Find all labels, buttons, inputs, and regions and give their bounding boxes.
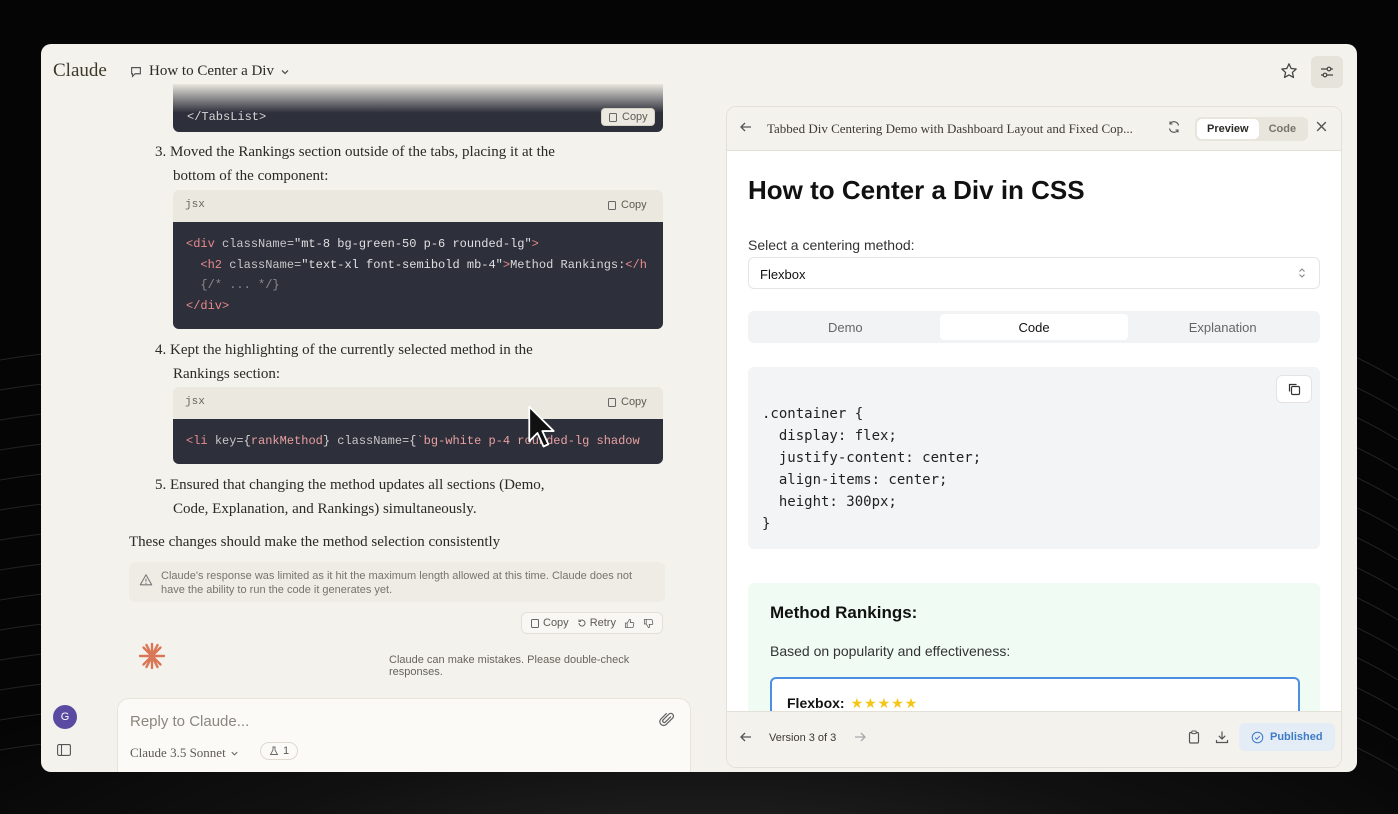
code-toggle[interactable]: Code [1259,119,1307,139]
list-item: 4. Kept the highlighting of the currentl… [155,342,533,382]
claude-spark-icon [138,642,166,670]
code-block: </TabsList> Copy [173,84,663,132]
close-button[interactable] [1315,120,1328,138]
warning-icon [139,574,153,586]
page-title: How to Center a Div in CSS [748,175,1085,205]
settings-button[interactable] [1311,56,1343,88]
clipboard-icon [608,398,616,407]
list-item: 5. Ensured that changing the method upda… [155,477,545,517]
chat-thread: </TabsList> Copy 3. Moved the Rankings s… [129,74,679,714]
version-label: Version 3 of 3 [769,732,837,744]
thumbs-down-button[interactable] [643,618,654,629]
preview-toggle[interactable]: Preview [1197,119,1259,139]
brand-logo[interactable]: Claude [53,60,107,82]
rating-stars: ★★★★★ [850,694,919,711]
copy-artifact-button[interactable] [1187,730,1201,749]
method-select[interactable]: Flexbox [748,257,1320,289]
chevron-down-icon [231,751,238,756]
copy-code-button[interactable] [1276,375,1312,403]
arrow-right-icon [855,732,866,742]
copy-message-button[interactable]: Copy [530,617,569,629]
warning-text: Claude's response was limited as it hit … [161,570,633,596]
clipboard-icon [1188,730,1200,744]
ranking-method: Flexbox: [787,695,845,711]
artifact-header: Tabbed Div Centering Demo with Dashboard… [727,107,1341,151]
rankings-card: Method Rankings: Based on popularity and… [748,583,1320,711]
tab-demo[interactable]: Demo [751,314,940,340]
back-button[interactable] [739,120,753,139]
paperclip-icon [659,712,675,727]
select-label: Select a centering method: [748,237,915,253]
reply-input[interactable] [130,713,630,730]
code-card: .container { display: flex; justify-cont… [748,367,1320,549]
sidebar-icon [57,744,71,756]
css-code: .container { display: flex; justify-cont… [762,406,982,532]
refresh-button[interactable] [1167,120,1181,139]
user-avatar[interactable]: G [53,705,77,729]
download-button[interactable] [1215,730,1229,749]
star-button[interactable] [1277,59,1301,83]
copy-icon [1288,383,1301,396]
refresh-icon [1168,121,1180,133]
sidebar-toggle-button[interactable] [57,743,71,761]
attach-button[interactable] [658,711,676,734]
prev-version-button[interactable] [739,730,753,749]
code-lang-bar: jsx Copy [173,387,663,419]
next-version-button[interactable] [853,730,867,749]
view-toggle: Preview Code [1195,117,1309,141]
disclaimer-text: Claude can make mistakes. Please double-… [389,654,630,678]
thumbs-up-icon [624,618,635,628]
code-lang-bar: jsx Copy [173,190,663,222]
chevron-updown-icon [1299,268,1305,278]
check-circle-icon [1251,731,1264,743]
code-lang-label: jsx [185,199,205,211]
mouse-cursor-icon [528,405,555,448]
artifact-title: Tabbed Div Centering Demo with Dashboard… [767,121,1133,136]
tab-bar: Demo Code Explanation [748,311,1320,343]
star-icon [1281,63,1297,79]
closing-paragraph: These changes should make the method sel… [129,534,501,550]
list-item: 3. Moved the Rankings section outside of… [155,144,555,184]
artifact-preview: How to Center a Div in CSS Select a cent… [727,151,1341,711]
warning-box: Claude's response was limited as it hit … [129,562,665,602]
message-actions: Copy Retry [521,612,663,634]
copy-code-button[interactable]: Copy [607,199,647,211]
retry-button[interactable]: Retry [577,617,616,629]
clipboard-icon [608,201,616,210]
tab-explanation[interactable]: Explanation [1128,314,1317,340]
artifact-panel: Tabbed Div Centering Demo with Dashboard… [726,106,1342,768]
close-icon [1316,121,1327,132]
copy-code-button[interactable]: Copy [601,108,655,126]
app-window: Claude How to Center a Div </TabsList> C… [41,44,1357,772]
clipboard-icon [609,113,617,122]
artifact-footer: Version 3 of 3 Published [727,711,1341,767]
ranking-item-selected: Flexbox: ★★★★★ [770,677,1300,711]
clipboard-icon [531,619,539,628]
model-selector[interactable]: Claude 3.5 Sonnet [130,745,239,761]
copy-code-button[interactable]: Copy [607,396,647,408]
code-block: <div className="mt-8 bg-green-50 p-6 rou… [173,222,663,329]
published-button[interactable]: Published [1239,723,1335,751]
composer: Claude 3.5 Sonnet 1 [117,698,691,772]
flask-icon [269,746,279,755]
code-block: <li key={rankMethod} className={`bg-whit… [173,419,663,464]
thumbs-down-icon [643,618,654,628]
rankings-subtitle: Based on popularity and effectiveness: [770,643,1011,659]
tab-code[interactable]: Code [939,314,1129,340]
arrow-left-icon [740,122,751,132]
project-count-chip[interactable]: 1 [260,742,299,760]
rankings-title: Method Rankings: [770,603,918,622]
code-line: </TabsList> [187,110,267,124]
retry-icon [578,619,586,627]
thumbs-up-button[interactable] [624,618,635,629]
code-lang-label: jsx [185,396,205,408]
arrow-left-icon [740,732,751,742]
sliders-icon [1321,66,1333,78]
download-icon [1215,731,1229,744]
